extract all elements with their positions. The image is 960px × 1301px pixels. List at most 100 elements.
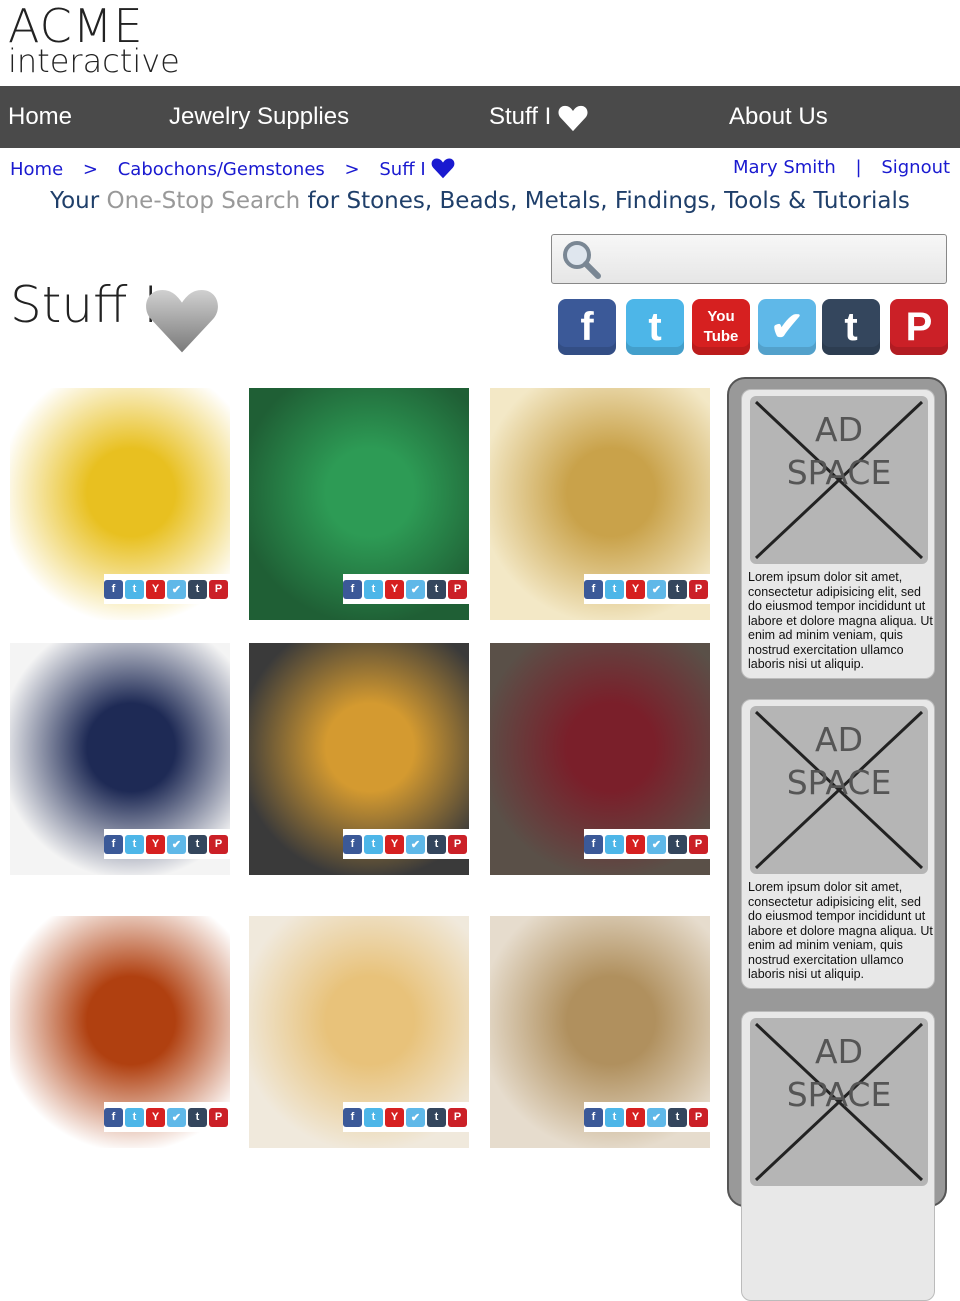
product-tile[interactable]: f t Y ✔ t P	[490, 388, 710, 620]
youtube-icon[interactable]: Y	[146, 1107, 165, 1127]
facebook-icon[interactable]: f	[104, 1107, 123, 1127]
facebook-icon-glyph: f	[350, 1111, 355, 1123]
pinterest-icon[interactable]: P	[209, 579, 228, 599]
search-box[interactable]	[551, 234, 947, 284]
nav-jewelry-supplies[interactable]: Jewelry Supplies	[169, 86, 349, 148]
youtube-icon[interactable]: Y	[146, 834, 165, 854]
tumblr-icon[interactable]: t	[668, 834, 687, 854]
facebook-icon[interactable]: f	[343, 579, 362, 599]
user-name-link[interactable]: Mary Smith	[733, 157, 836, 178]
nav-stuff-i-love[interactable]: Stuff I	[489, 86, 588, 148]
twitter-icon[interactable]: t	[605, 1107, 624, 1127]
twitter-icon[interactable]: t	[605, 834, 624, 854]
youtube-icon[interactable]: Y	[385, 1107, 404, 1127]
pinterest-icon[interactable]: P	[209, 1107, 228, 1127]
tumblr-icon-glyph: t	[675, 583, 680, 595]
twitter-icon[interactable]: t	[125, 834, 144, 854]
tumblr-icon[interactable]: t	[427, 1107, 446, 1127]
youtube-icon[interactable]: Y	[626, 834, 645, 854]
youtube-icon[interactable]: You Tube	[692, 299, 750, 355]
breadcrumb-current[interactable]: Suff I	[379, 159, 425, 180]
youtube-icon-glyph: Y	[631, 838, 640, 850]
foursquare-icon-glyph: ✔	[171, 838, 182, 851]
facebook-icon[interactable]: f	[343, 1107, 362, 1127]
heart-icon	[558, 105, 588, 131]
pinterest-icon[interactable]: P	[689, 579, 708, 599]
tumblr-icon[interactable]: t	[668, 1107, 687, 1127]
ad-text: Lorem ipsum dolor sit amet, consectetur …	[748, 880, 933, 981]
foursquare-icon[interactable]: ✔	[647, 579, 666, 599]
product-tile[interactable]: f t Y ✔ t P	[490, 643, 710, 875]
twitter-icon[interactable]: t	[605, 579, 624, 599]
foursquare-icon[interactable]: ✔	[758, 299, 816, 355]
product-tile[interactable]: f t Y ✔ t P	[249, 916, 469, 1148]
facebook-icon[interactable]: f	[584, 834, 603, 854]
youtube-icon[interactable]: Y	[626, 1107, 645, 1127]
tumblr-icon[interactable]: t	[668, 579, 687, 599]
twitter-icon[interactable]: t	[364, 579, 383, 599]
tumblr-icon-glyph: t	[195, 583, 200, 595]
pinterest-icon[interactable]: P	[448, 834, 467, 854]
ad-placeholder: AD SPACE	[750, 396, 928, 564]
twitter-icon[interactable]: t	[364, 1107, 383, 1127]
twitter-icon[interactable]: t	[125, 1107, 144, 1127]
facebook-icon[interactable]: f	[104, 834, 123, 854]
product-tile[interactable]: f t Y ✔ t P	[490, 916, 710, 1148]
twitter-icon[interactable]: t	[626, 299, 684, 355]
foursquare-icon[interactable]: ✔	[647, 834, 666, 854]
pinterest-icon-glyph: P	[214, 583, 223, 595]
ad-card[interactable]: AD SPACE	[741, 1011, 935, 1301]
pinterest-icon[interactable]: P	[209, 834, 228, 854]
foursquare-icon[interactable]: ✔	[406, 579, 425, 599]
tumblr-icon[interactable]: t	[822, 299, 880, 355]
ad-card[interactable]: AD SPACE Lorem ipsum dolor sit amet, conse…	[741, 389, 935, 679]
foursquare-icon[interactable]: ✔	[167, 579, 186, 599]
pinterest-icon[interactable]: P	[890, 299, 948, 355]
facebook-icon[interactable]: f	[584, 1107, 603, 1127]
youtube-icon[interactable]: Y	[385, 579, 404, 599]
youtube-icon[interactable]: Y	[626, 579, 645, 599]
share-bar: f t Y ✔ t P	[104, 1102, 230, 1132]
nav-home[interactable]: Home	[8, 86, 72, 148]
search-icon[interactable]	[560, 238, 604, 282]
pinterest-icon[interactable]: P	[448, 1107, 467, 1127]
ad-card[interactable]: AD SPACE Lorem ipsum dolor sit amet, conse…	[741, 699, 935, 989]
pinterest-icon[interactable]: P	[448, 579, 467, 599]
facebook-icon-glyph: f	[591, 583, 596, 595]
pinterest-icon-glyph: P	[694, 1111, 703, 1123]
product-tile[interactable]: f t Y ✔ t P	[249, 643, 469, 875]
search-input[interactable]	[608, 241, 942, 279]
pinterest-icon-glyph: P	[453, 583, 462, 595]
foursquare-icon[interactable]: ✔	[406, 834, 425, 854]
product-tile[interactable]: f t Y ✔ t P	[10, 388, 230, 620]
twitter-icon[interactable]: t	[125, 579, 144, 599]
youtube-icon[interactable]: Y	[385, 834, 404, 854]
foursquare-icon[interactable]: ✔	[167, 1107, 186, 1127]
product-tile[interactable]: f t Y ✔ t P	[10, 643, 230, 875]
tumblr-icon[interactable]: t	[188, 579, 207, 599]
pinterest-icon[interactable]: P	[689, 834, 708, 854]
tumblr-icon[interactable]: t	[427, 579, 446, 599]
tumblr-icon[interactable]: t	[427, 834, 446, 854]
breadcrumb-category[interactable]: Cabochons/Gemstones	[118, 159, 325, 180]
foursquare-icon[interactable]: ✔	[647, 1107, 666, 1127]
facebook-icon[interactable]: f	[104, 579, 123, 599]
youtube-icon[interactable]: Y	[146, 579, 165, 599]
facebook-icon[interactable]: f	[584, 579, 603, 599]
acme-logo[interactable]: ACME interactive	[8, 3, 180, 77]
facebook-icon-glyph: f	[591, 1111, 596, 1123]
signout-link[interactable]: Signout	[881, 157, 950, 178]
product-tile[interactable]: f t Y ✔ t P	[249, 388, 469, 620]
nav-about-us[interactable]: About Us	[729, 86, 828, 148]
facebook-icon[interactable]: f	[558, 299, 616, 355]
breadcrumb-home[interactable]: Home	[10, 159, 63, 180]
tumblr-icon[interactable]: t	[188, 1107, 207, 1127]
pinterest-icon[interactable]: P	[689, 1107, 708, 1127]
youtube-icon-glyph: Y	[390, 583, 399, 595]
tumblr-icon[interactable]: t	[188, 834, 207, 854]
facebook-icon[interactable]: f	[343, 834, 362, 854]
foursquare-icon[interactable]: ✔	[406, 1107, 425, 1127]
foursquare-icon[interactable]: ✔	[167, 834, 186, 854]
twitter-icon[interactable]: t	[364, 834, 383, 854]
product-tile[interactable]: f t Y ✔ t P	[10, 916, 230, 1148]
